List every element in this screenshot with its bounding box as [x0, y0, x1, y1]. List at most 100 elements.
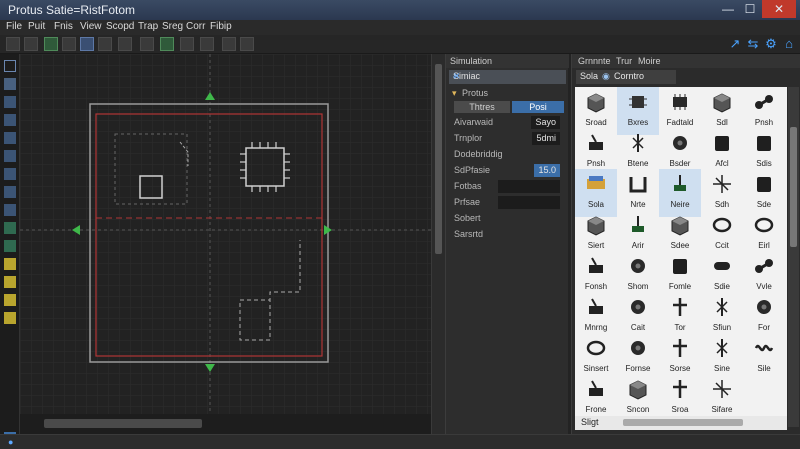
- component-label: Sine: [713, 364, 730, 373]
- text-icon[interactable]: [4, 132, 16, 144]
- probe-icon[interactable]: ↗: [728, 36, 742, 52]
- tab-library[interactable]: Grnnnte: [578, 56, 611, 66]
- maximize-button[interactable]: ☐: [740, 0, 760, 18]
- component-tool-icon[interactable]: [80, 37, 94, 51]
- terminal-icon[interactable]: [4, 186, 16, 198]
- sim-row[interactable]: Prfsae: [452, 196, 564, 209]
- component-item[interactable]: Sifare: [701, 374, 743, 422]
- component-label: Sdie: [713, 282, 730, 291]
- component-item[interactable]: [743, 374, 785, 422]
- schematic-canvas[interactable]: [20, 54, 431, 414]
- tab-thtres[interactable]: Thtres: [454, 101, 510, 113]
- transfer-icon[interactable]: ⇆: [746, 36, 760, 52]
- hscroll-thumb[interactable]: [44, 419, 202, 428]
- sim-row-value[interactable]: [498, 212, 560, 225]
- menu-help[interactable]: Fibip: [210, 21, 232, 32]
- component-label: Btene: [627, 159, 649, 168]
- library-search[interactable]: Sola ◉ Corntro: [576, 70, 676, 84]
- probe-tool-icon[interactable]: [4, 240, 16, 252]
- sim-row-value[interactable]: [498, 180, 560, 193]
- vscroll-thumb[interactable]: [435, 64, 442, 254]
- component-label: Arir: [631, 241, 645, 250]
- dumbbell-icon: [753, 91, 775, 113]
- sim-row-value[interactable]: 15.0: [534, 164, 560, 177]
- sim-row[interactable]: Trnplor 5dmi: [452, 132, 564, 145]
- close-icon[interactable]: ✕: [453, 71, 464, 83]
- sim-section-title: Protus: [462, 88, 489, 98]
- menu-step[interactable]: Sreg: [162, 21, 183, 32]
- menu-corr[interactable]: Corr: [186, 21, 205, 32]
- component-item[interactable]: Frone: [575, 374, 617, 422]
- wire-label-icon[interactable]: [4, 114, 16, 126]
- sim-row[interactable]: Sarsrtd: [452, 228, 564, 241]
- library-hscroll-thumb[interactable]: [623, 419, 743, 426]
- sim-row[interactable]: Fotbas: [452, 180, 564, 193]
- mirror-icon[interactable]: [200, 37, 214, 51]
- menu-scope[interactable]: Scopd: [106, 21, 134, 32]
- component-item[interactable]: Sncon: [617, 374, 659, 422]
- sim-row-label: Sobert: [454, 213, 481, 223]
- fit-icon[interactable]: [240, 37, 254, 51]
- sim-row-value[interactable]: [498, 196, 560, 209]
- select-tool-icon[interactable]: [44, 37, 58, 51]
- minimize-button[interactable]: —: [718, 0, 738, 18]
- bolt-icon: [711, 337, 733, 359]
- new-icon[interactable]: [6, 37, 20, 51]
- settings-icon[interactable]: ⚙: [764, 36, 778, 52]
- wire-tool-icon[interactable]: [62, 37, 76, 51]
- cross-icon: [669, 378, 691, 400]
- sim-row[interactable]: Aivarwaid Sayo: [452, 116, 564, 129]
- paste-icon[interactable]: [160, 37, 174, 51]
- copy-icon[interactable]: [140, 37, 154, 51]
- toolbar: ↗ ⇆ ⚙ ⌂: [0, 35, 800, 54]
- menu-file[interactable]: File: [6, 21, 22, 32]
- pin-icon[interactable]: ⌂: [782, 36, 796, 52]
- menu-tools[interactable]: Fnis: [54, 21, 73, 32]
- gear-icon: [627, 255, 649, 277]
- library-vscroll-thumb[interactable]: [790, 127, 797, 247]
- open-icon[interactable]: [24, 37, 38, 51]
- zoom-icon[interactable]: [222, 37, 236, 51]
- bus-tool-icon[interactable]: [118, 37, 132, 51]
- bus-icon[interactable]: [4, 150, 16, 162]
- library-vscroll[interactable]: [788, 87, 799, 427]
- port-icon[interactable]: [4, 204, 16, 216]
- bolt-icon: [711, 296, 733, 318]
- label-tool-icon[interactable]: [98, 37, 112, 51]
- canvas-vscroll[interactable]: [431, 54, 445, 434]
- component-item[interactable]: Sroa: [659, 374, 701, 422]
- sim-row-value[interactable]: Sayo: [531, 116, 560, 129]
- tab-more[interactable]: Moire: [638, 56, 661, 66]
- sim-row-label: Aivarwaid: [454, 117, 494, 127]
- window-title: Protus Satie=RistFotom: [8, 3, 136, 17]
- gear-icon: [627, 337, 649, 359]
- sim-row-value[interactable]: [498, 228, 560, 241]
- tape-icon[interactable]: [4, 276, 16, 288]
- menu-view[interactable]: View: [80, 21, 102, 32]
- canvas-hscroll[interactable]: [20, 414, 431, 434]
- pointer-icon[interactable]: [4, 60, 16, 72]
- graph-icon[interactable]: [4, 258, 16, 270]
- chevron-down-icon[interactable]: ▾: [452, 88, 457, 99]
- component-label: Afcl: [715, 159, 729, 168]
- sim-row[interactable]: Sobert: [452, 212, 564, 225]
- sim-row[interactable]: Dodebriddig: [452, 148, 564, 161]
- marker-icon[interactable]: [4, 312, 16, 324]
- menu-edit[interactable]: Puit: [28, 21, 45, 32]
- generator-icon[interactable]: [4, 222, 16, 234]
- component-label: Nrte: [630, 200, 646, 209]
- menu-trap[interactable]: Trap: [138, 21, 158, 32]
- sim-row[interactable]: SdPfasie 15.0: [452, 164, 564, 177]
- component-icon[interactable]: [4, 78, 16, 90]
- sim-row-value[interactable]: 5dmi: [532, 132, 560, 145]
- instrument-icon[interactable]: [4, 294, 16, 306]
- component-label: Fornse: [625, 364, 651, 373]
- junction-icon[interactable]: [4, 96, 16, 108]
- rotate-icon[interactable]: [180, 37, 194, 51]
- tab-posi[interactable]: Posi: [512, 101, 564, 113]
- tab-tree[interactable]: Trur: [616, 56, 632, 66]
- sim-search-field[interactable]: Simiac ‹ ✕: [449, 70, 566, 84]
- subcircuit-icon[interactable]: [4, 168, 16, 180]
- target-icon[interactable]: ◉: [602, 71, 610, 82]
- close-button[interactable]: ✕: [762, 0, 796, 18]
